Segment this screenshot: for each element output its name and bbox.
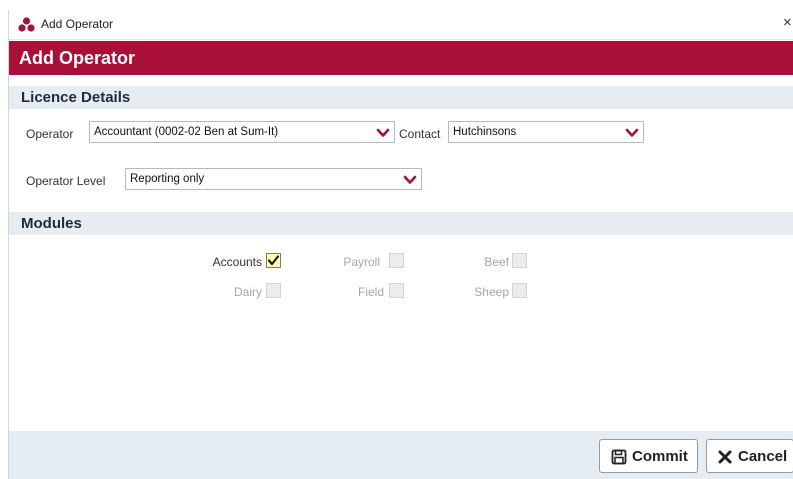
modules-section: Modules bbox=[9, 212, 793, 235]
cancel-button[interactable]: Cancel bbox=[706, 439, 793, 473]
chevron-down-icon bbox=[403, 175, 417, 184]
commit-label: Commit bbox=[632, 448, 688, 465]
contact-label: Contact bbox=[399, 127, 441, 141]
operator-level-select[interactable]: Reporting only bbox=[125, 168, 422, 190]
module-label-field: Field bbox=[357, 285, 384, 299]
module-label-accounts: Accounts bbox=[212, 255, 262, 269]
checkmark-icon bbox=[267, 255, 280, 266]
dialog-footer: Commit Cancel bbox=[9, 431, 793, 479]
three-circles-logo-icon bbox=[18, 17, 35, 32]
dialog-header: Add Operator bbox=[9, 41, 793, 75]
module-label-sheep: Sheep bbox=[474, 285, 509, 299]
payroll-checkbox bbox=[389, 253, 404, 268]
dairy-checkbox bbox=[266, 283, 281, 298]
background-strip bbox=[0, 0, 793, 10]
contact-value: Hutchinsons bbox=[453, 126, 517, 138]
operator-label: Operator bbox=[26, 127, 74, 141]
field-checkbox bbox=[389, 283, 404, 298]
commit-button[interactable]: Commit bbox=[599, 439, 698, 473]
window-title: Add Operator bbox=[41, 17, 114, 31]
window-titlebar: Add Operator × bbox=[9, 10, 793, 40]
add-operator-dialog: Add Operator × Add Operator Licence Deta… bbox=[8, 10, 793, 479]
page-title: Add Operator bbox=[19, 48, 136, 68]
contact-select[interactable]: Hutchinsons bbox=[448, 121, 644, 143]
module-label-beef: Beef bbox=[484, 255, 509, 269]
section-title: Modules bbox=[21, 215, 82, 232]
cancel-label: Cancel bbox=[738, 448, 788, 465]
operator-value: Accountant (0002-02 Ben at Sum-It) bbox=[94, 126, 279, 138]
close-icon[interactable]: × bbox=[783, 14, 792, 31]
sheep-checkbox bbox=[512, 283, 527, 298]
operator-level-value: Reporting only bbox=[130, 173, 205, 185]
operator-level-label: Operator Level bbox=[26, 174, 106, 188]
beef-checkbox bbox=[512, 253, 527, 268]
save-icon bbox=[611, 449, 627, 465]
close-icon bbox=[718, 450, 732, 464]
operator-select[interactable]: Accountant (0002-02 Ben at Sum-It) bbox=[89, 121, 395, 143]
accounts-checkbox[interactable] bbox=[266, 253, 281, 268]
module-label-payroll: Payroll bbox=[343, 255, 380, 269]
section-title: Licence Details bbox=[21, 89, 131, 106]
module-label-dairy: Dairy bbox=[233, 285, 262, 299]
chevron-down-icon bbox=[376, 128, 390, 137]
chevron-down-icon bbox=[625, 128, 639, 137]
licence-details-section: Licence Details bbox=[9, 86, 793, 109]
